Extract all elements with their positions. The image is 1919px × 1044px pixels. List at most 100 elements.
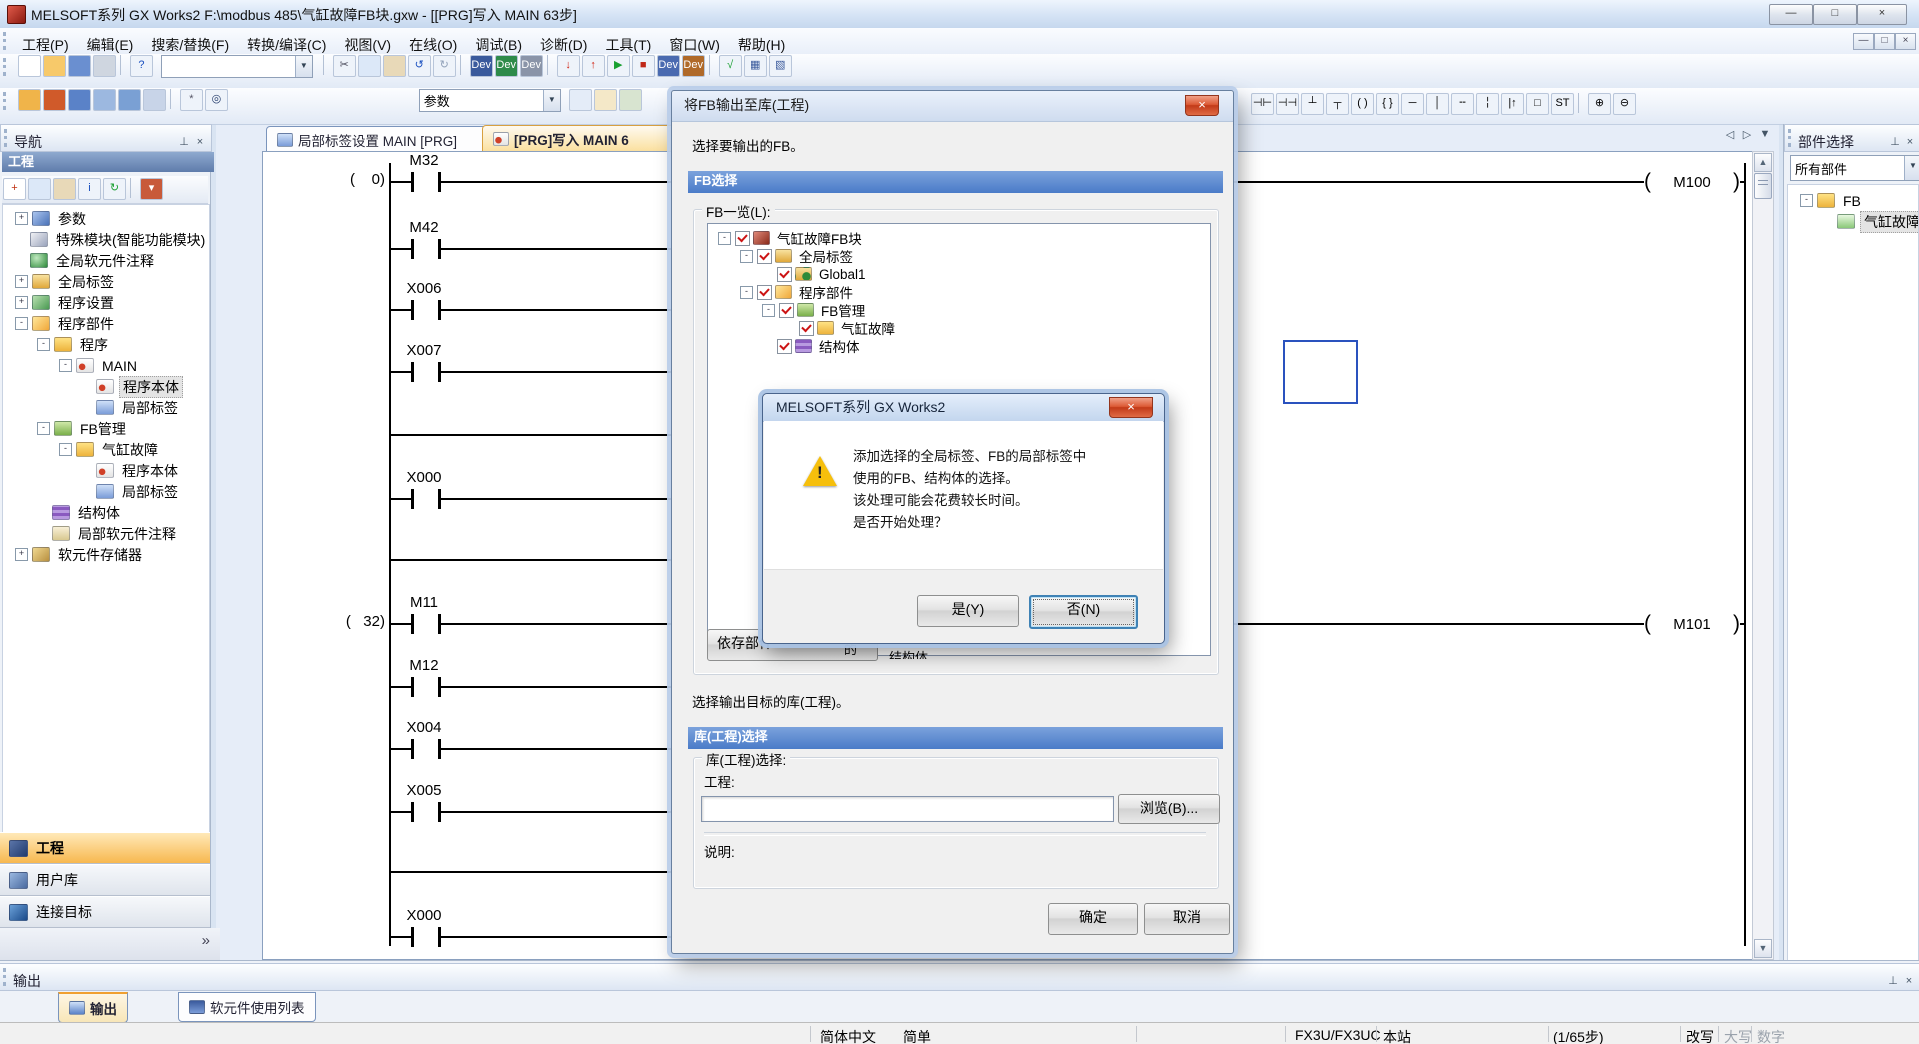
scrollbar-thumb[interactable]: [1754, 173, 1772, 199]
mdi-minimize-button[interactable]: —: [1853, 33, 1874, 50]
collapse-icon[interactable]: -: [37, 422, 50, 435]
paste-icon[interactable]: [383, 55, 406, 77]
tree-item-13[interactable]: 局部标签: [3, 481, 209, 502]
sidebar-chevron[interactable]: »: [0, 928, 220, 960]
print-icon[interactable]: [93, 55, 116, 77]
fb-tree-item-5[interactable]: 气缸故障: [712, 319, 1210, 337]
checked-checkbox[interactable]: [799, 321, 814, 336]
vertical-line-icon[interactable]: │: [1426, 93, 1449, 115]
checked-checkbox[interactable]: [757, 249, 772, 264]
checked-checkbox[interactable]: [779, 303, 794, 318]
property-icon[interactable]: i: [78, 178, 101, 200]
read-from-plc-icon[interactable]: ↑: [582, 55, 605, 77]
tree-item-16[interactable]: +软元件存储器: [3, 544, 209, 565]
close-panel-icon[interactable]: ×: [1902, 969, 1916, 993]
tree-item-15[interactable]: 局部软元件注释: [3, 523, 209, 544]
build-icon[interactable]: ▦: [744, 55, 767, 77]
checked-checkbox[interactable]: [777, 267, 792, 282]
expand-icon[interactable]: +: [15, 296, 28, 309]
collapse-icon[interactable]: -: [15, 317, 28, 330]
combo-arrow-icon[interactable]: ▼: [295, 56, 312, 77]
collapse-icon[interactable]: -: [740, 286, 753, 299]
zoom-out-icon[interactable]: ⊖: [1613, 93, 1636, 115]
monitor-stop-icon[interactable]: ■: [632, 55, 655, 77]
fb-tree-item-0[interactable]: -气缸故障FB块: [712, 229, 1210, 247]
expand-icon[interactable]: +: [15, 548, 28, 561]
help-icon[interactable]: ?: [130, 55, 153, 77]
monitor-start-icon[interactable]: ▶: [607, 55, 630, 77]
tab-menu-icon[interactable]: ▼: [1757, 128, 1773, 144]
tab-output[interactable]: 输出: [58, 992, 128, 1023]
parts-filter-combo[interactable]: 所有部件 ▼: [1790, 155, 1919, 181]
expand-icon[interactable]: +: [15, 275, 28, 288]
output-coil[interactable]: (M101): [1644, 612, 1740, 636]
no-button[interactable]: 否(N): [1029, 595, 1138, 629]
pin-icon[interactable]: ⊥: [1886, 969, 1900, 993]
collapse-icon[interactable]: -: [718, 232, 731, 245]
combo-arrow-icon[interactable]: ▼: [543, 90, 560, 111]
rebuild-all-icon[interactable]: ▧: [769, 55, 792, 77]
expand-icon[interactable]: +: [15, 212, 28, 225]
close-panel-icon[interactable]: ×: [193, 130, 207, 154]
delete-vertical-line-icon[interactable]: ╎: [1476, 93, 1499, 115]
collapse-icon[interactable]: -: [762, 304, 775, 317]
tree-item-11[interactable]: -气缸故障: [3, 439, 209, 460]
watch-window-icon[interactable]: [143, 89, 166, 111]
device-test-icon[interactable]: Dev: [520, 55, 543, 77]
copy-icon[interactable]: [358, 55, 381, 77]
note-icon[interactable]: [594, 89, 617, 111]
tab-device-use-list[interactable]: 软元件使用列表: [178, 992, 316, 1022]
minimize-button[interactable]: —: [1769, 4, 1813, 25]
program-check-icon[interactable]: √: [719, 55, 742, 77]
find-icon[interactable]: ◎: [205, 89, 228, 111]
tree-item-7[interactable]: -MAIN: [3, 355, 209, 376]
open-contact-symbol[interactable]: [411, 362, 441, 382]
redo-icon[interactable]: ↻: [433, 55, 456, 77]
fb-tree-item-4[interactable]: -FB管理: [712, 301, 1210, 319]
navigation-window-icon[interactable]: [18, 89, 41, 111]
yes-button[interactable]: 是(Y): [917, 595, 1019, 627]
cancel-button[interactable]: 取消: [1144, 903, 1230, 935]
open-project-icon[interactable]: [43, 55, 66, 77]
parameter-combo[interactable]: 参数 ▼: [419, 89, 561, 112]
statement-icon[interactable]: [569, 89, 592, 111]
message-box-close-icon[interactable]: ×: [1109, 397, 1153, 418]
browse-button[interactable]: 浏览(B)...: [1118, 794, 1220, 824]
close-panel-icon[interactable]: ×: [1903, 130, 1917, 154]
dialog-close-icon[interactable]: ×: [1185, 95, 1219, 116]
collapse-icon[interactable]: -: [740, 250, 753, 263]
paste-data-icon[interactable]: [53, 178, 76, 200]
filter-icon[interactable]: ▾: [140, 178, 163, 200]
scroll-down-icon[interactable]: ▼: [1754, 939, 1772, 958]
open-contact-symbol[interactable]: [411, 677, 441, 697]
checked-checkbox[interactable]: [757, 285, 772, 300]
device-register-monitor-icon[interactable]: Dev: [682, 55, 705, 77]
undo-icon[interactable]: ↺: [408, 55, 431, 77]
element-selection-window-icon[interactable]: [43, 89, 66, 111]
open-contact-icon[interactable]: ⊣⊢: [1251, 93, 1274, 115]
inline-st-icon[interactable]: ST: [1551, 93, 1574, 115]
collapse-icon[interactable]: -: [59, 359, 72, 372]
device-monitor-icon[interactable]: Dev: [495, 55, 518, 77]
tree-item-0[interactable]: +参数: [3, 208, 209, 229]
checked-checkbox[interactable]: [735, 231, 750, 246]
tree-item-4[interactable]: +程序设置: [3, 292, 209, 313]
tree-item-6[interactable]: -程序: [3, 334, 209, 355]
tab-local-label-main[interactable]: 局部标签设置 MAIN [PRG]: [266, 126, 502, 152]
tree-item-0[interactable]: -FB: [1788, 190, 1918, 211]
tree-item-14[interactable]: 结构体: [3, 502, 209, 523]
device-comment-icon[interactable]: Dev: [470, 55, 493, 77]
tab-scroll-right-icon[interactable]: ▷: [1739, 128, 1755, 144]
delete-horizontal-line-icon[interactable]: ╌: [1451, 93, 1474, 115]
ok-button[interactable]: 确定: [1048, 903, 1138, 935]
pin-icon[interactable]: ⊥: [1888, 130, 1902, 154]
output-coil[interactable]: (M100): [1644, 170, 1740, 194]
tree-item-1[interactable]: 气缸故障: [1788, 211, 1918, 232]
combo-arrow-icon[interactable]: ▼: [1904, 156, 1919, 180]
selection-rectangle[interactable]: [1283, 340, 1358, 404]
dialog-title-bar[interactable]: 将FB输出至库(工程): [672, 91, 1233, 122]
tree-item-5[interactable]: -程序部件: [3, 313, 209, 334]
fb-tree-item-1[interactable]: -全局标签: [712, 247, 1210, 265]
project-path-input[interactable]: [701, 796, 1114, 822]
open-branch-icon[interactable]: ┴: [1301, 93, 1324, 115]
